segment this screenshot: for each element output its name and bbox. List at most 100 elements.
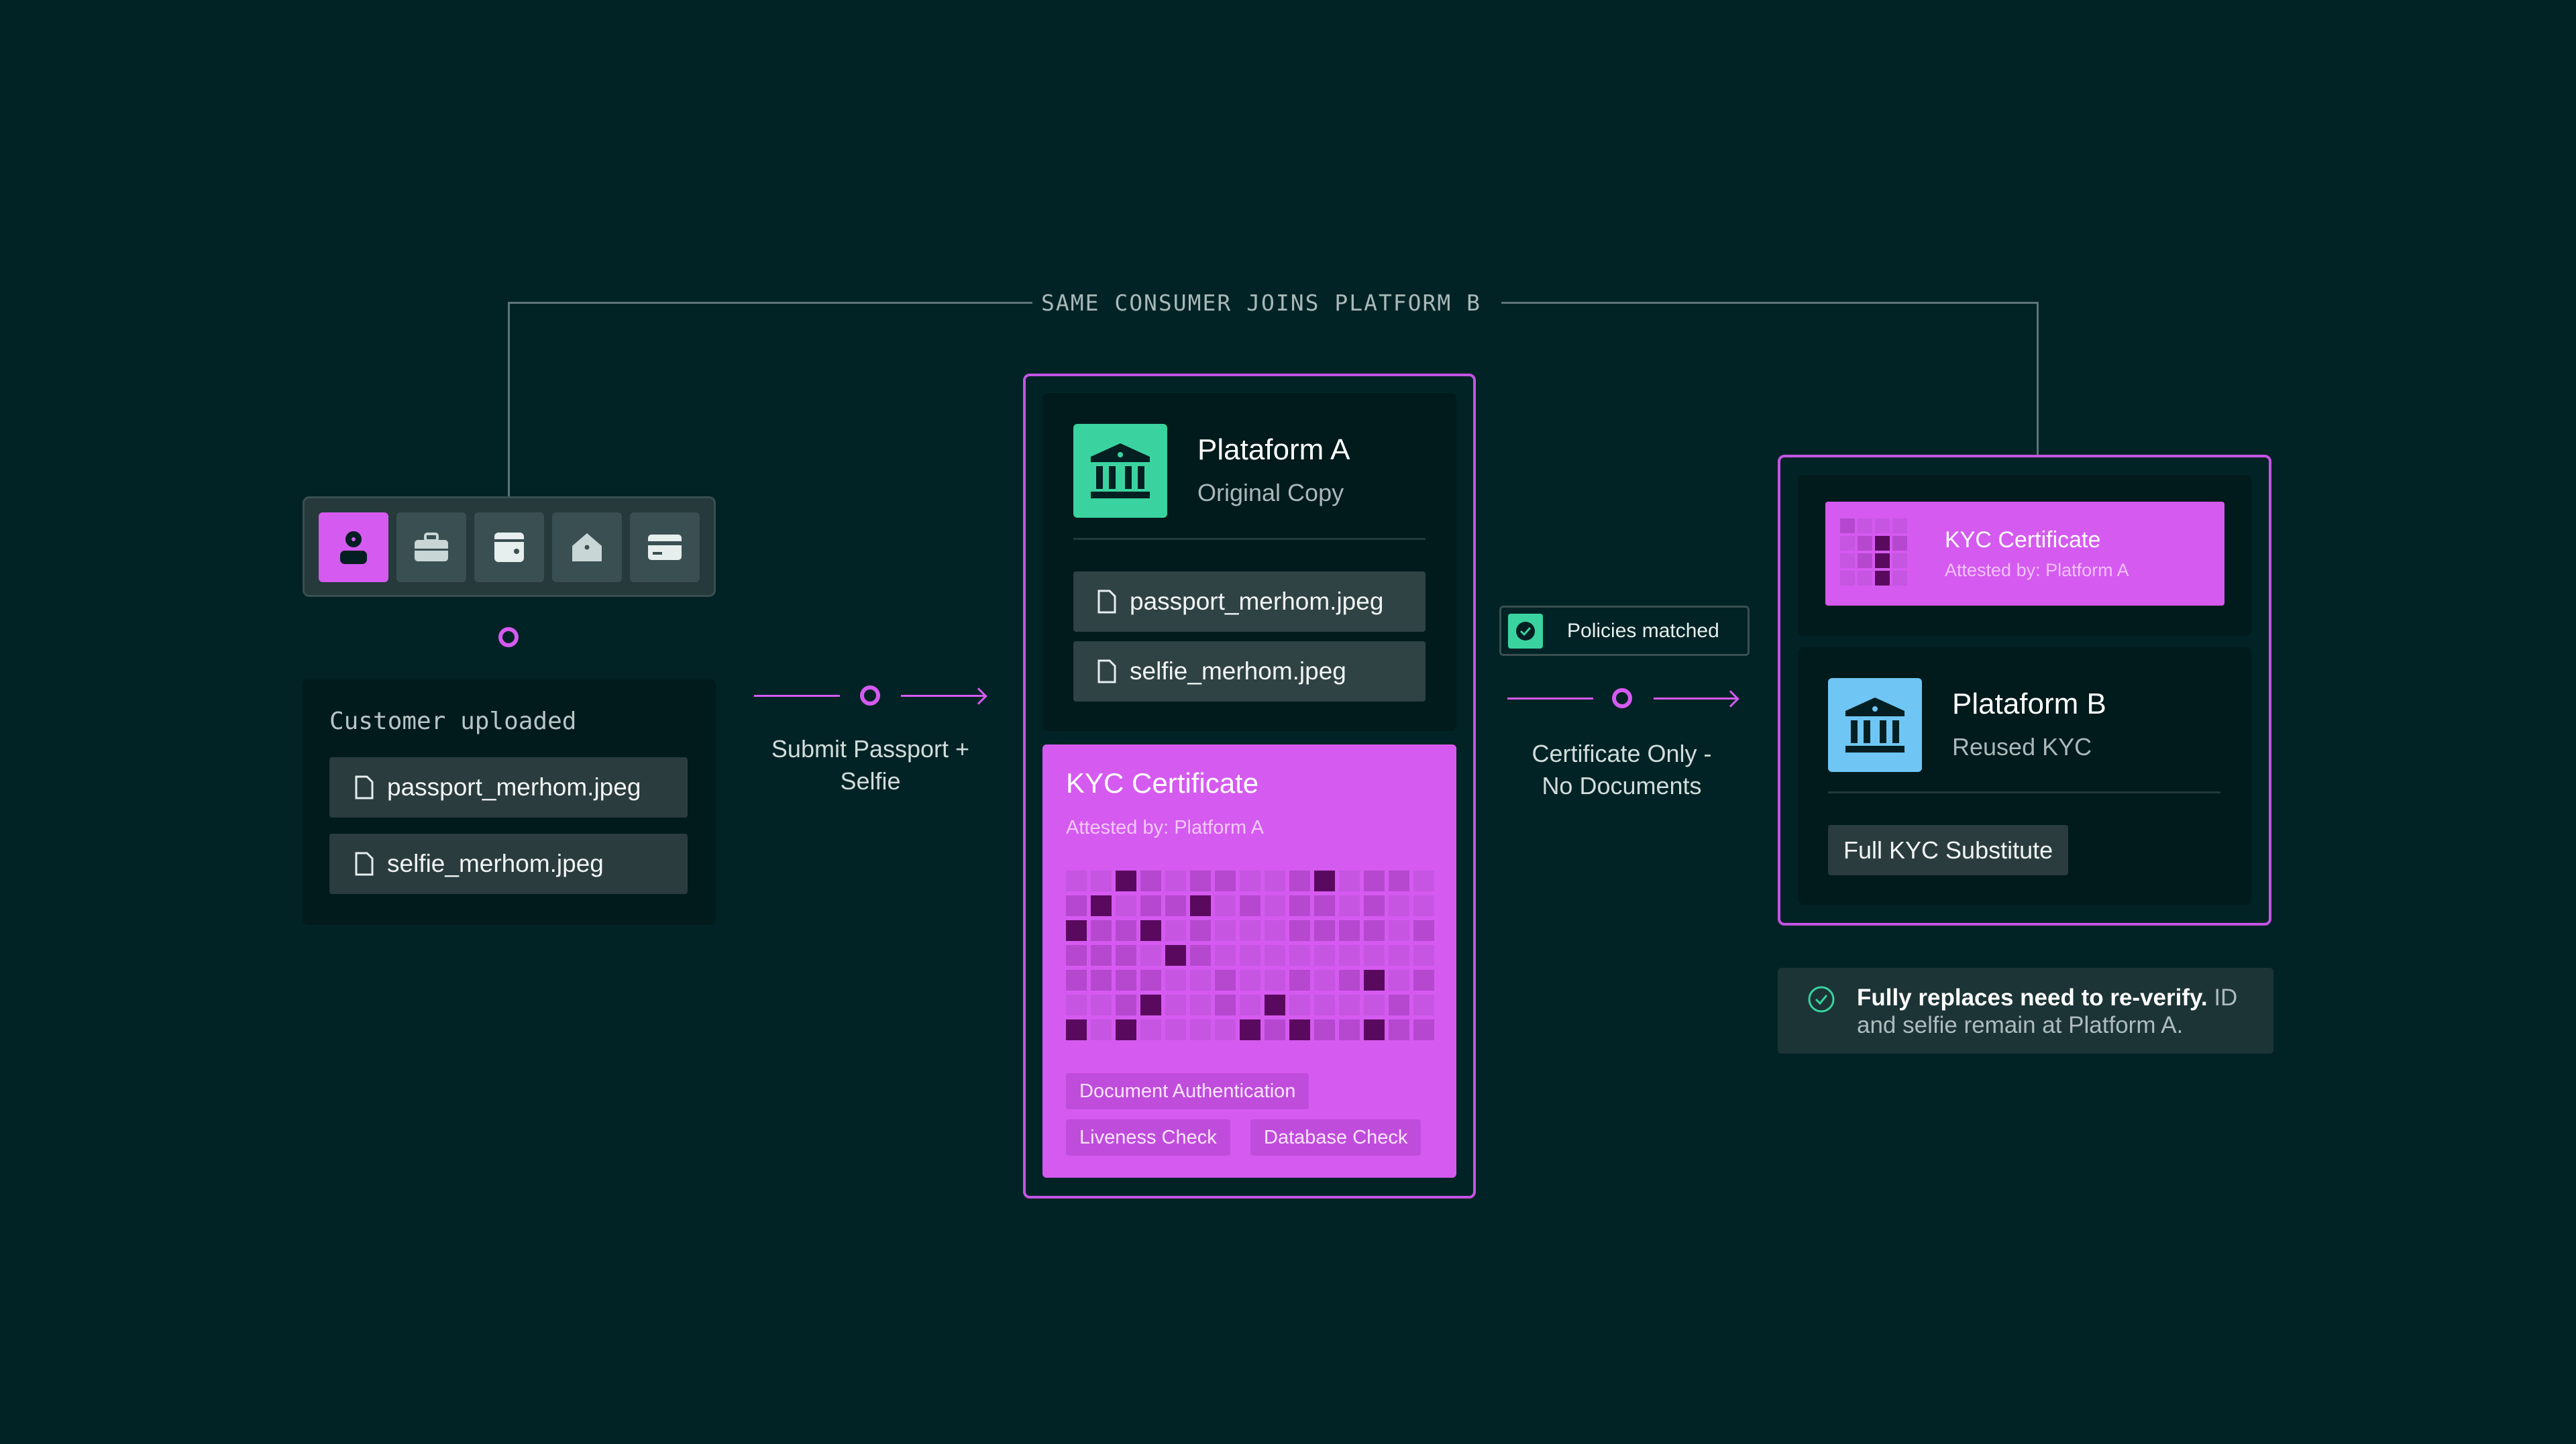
file-icon	[1097, 590, 1116, 614]
policies-matched-badge: Policies matched	[1499, 606, 1750, 656]
platform-b-logo	[1828, 678, 1922, 772]
pattern-cell	[1091, 995, 1112, 1015]
platform-a-title: Plataform A	[1197, 433, 1350, 466]
customer-uploaded-panel: Customer uploaded passport_merhom.jpeg s…	[303, 679, 716, 925]
file-icon	[355, 775, 374, 799]
pattern-cell	[1116, 920, 1136, 941]
platform-b-card: Plataform B Reused KYC Full KYC Substitu…	[1798, 647, 2251, 905]
pattern-cell	[1240, 895, 1260, 916]
kyc-certificate-attested: Attested by: Platform A	[1066, 817, 1264, 838]
pattern-cell	[1091, 945, 1112, 966]
connector-node	[1612, 688, 1632, 708]
pattern-cell	[1413, 895, 1434, 916]
pattern-cell	[1140, 945, 1161, 966]
pattern-cell	[1066, 871, 1087, 891]
pattern-cell	[1389, 920, 1409, 941]
step-submit-line2: Selfie	[840, 767, 901, 795]
pattern-cell	[1314, 895, 1335, 916]
customer-file-selfie[interactable]: selfie_merhom.jpeg	[329, 834, 688, 894]
pattern-cell	[1858, 536, 1872, 551]
pattern-cell	[1413, 920, 1434, 941]
pattern-cell	[1215, 995, 1236, 1015]
pattern-cell	[1389, 945, 1409, 966]
pattern-cell	[1364, 1019, 1385, 1040]
pattern-cell	[1389, 871, 1409, 891]
pattern-cell	[1892, 536, 1907, 551]
identity-tab-briefcase[interactable]	[396, 512, 466, 582]
full-kyc-substitute-badge: Full KYC Substitute	[1828, 825, 2069, 875]
pattern-cell	[1364, 895, 1385, 916]
reuse-note-text: Fully replaces need to re-verify. ID and…	[1857, 984, 2253, 1039]
platform-a-file-selfie[interactable]: selfie_merhom.jpeg	[1073, 641, 1426, 702]
pattern-cell	[1875, 553, 1890, 568]
connector-top-left	[508, 302, 1032, 304]
bank-icon	[1845, 698, 1904, 753]
pattern-cell	[1265, 871, 1285, 891]
connector-node	[860, 685, 880, 706]
pattern-cell	[1389, 995, 1409, 1015]
file-icon	[1097, 659, 1116, 683]
pattern-cell	[1289, 995, 1310, 1015]
pattern-cell	[1091, 970, 1112, 991]
connector-top-right	[1501, 302, 2039, 304]
pattern-cell	[1364, 920, 1385, 941]
file-name: selfie_merhom.jpeg	[1130, 657, 1346, 685]
kyc-mini-attested: Attested by: Platform A	[1945, 560, 2129, 580]
pattern-cell	[1840, 518, 1855, 533]
pattern-cell	[1091, 871, 1112, 891]
pattern-cell	[1840, 571, 1855, 586]
pattern-cell	[1240, 1019, 1260, 1040]
pattern-cell	[1091, 1019, 1112, 1040]
pattern-cell	[1066, 920, 1087, 941]
pattern-cell	[1215, 1019, 1236, 1040]
platform-b-subtitle: Reused KYC	[1952, 733, 2092, 761]
arrow-segment	[1507, 698, 1593, 700]
credit-card-icon	[648, 535, 682, 560]
pattern-cell	[1240, 995, 1260, 1015]
identity-tab-home[interactable]	[552, 512, 622, 582]
pattern-cell	[1265, 895, 1285, 916]
identity-tab-card[interactable]	[630, 512, 700, 582]
pattern-cell	[1858, 518, 1872, 533]
pattern-cell	[1116, 1019, 1136, 1040]
pattern-cell	[1140, 895, 1161, 916]
arrow-head	[1722, 690, 1739, 708]
platform-a-subtitle: Original Copy	[1197, 479, 1344, 506]
bank-icon	[1091, 443, 1150, 498]
pattern-cell	[1116, 895, 1136, 916]
pattern-cell	[1066, 995, 1087, 1015]
pattern-cell	[1165, 995, 1186, 1015]
pattern-cell	[1140, 970, 1161, 991]
pattern-cell	[1190, 995, 1211, 1015]
pattern-cell	[1116, 945, 1136, 966]
pattern-cell	[1091, 920, 1112, 941]
pattern-cell	[1091, 895, 1112, 916]
pattern-cell	[1413, 871, 1434, 891]
step-certificate-label: Certificate Only - No Documents	[1496, 738, 1748, 802]
platform-a-logo	[1073, 424, 1167, 518]
pattern-cell	[1289, 920, 1310, 941]
pattern-cell	[1240, 970, 1260, 991]
pattern-cell	[1289, 945, 1310, 966]
step-certificate-line1: Certificate Only -	[1532, 740, 1712, 767]
pattern-cell	[1140, 871, 1161, 891]
identity-tab-wallet[interactable]	[474, 512, 544, 582]
customer-file-passport[interactable]: passport_merhom.jpeg	[329, 757, 688, 818]
customer-uploaded-title: Customer uploaded	[329, 708, 577, 735]
pattern-cell	[1339, 920, 1360, 941]
pattern-cell	[1215, 945, 1236, 966]
pattern-cell	[1165, 871, 1186, 891]
policies-matched-label: Policies matched	[1567, 619, 1719, 642]
platform-a-file-passport[interactable]: passport_merhom.jpeg	[1073, 571, 1426, 632]
pattern-cell	[1875, 518, 1890, 533]
pattern-cell	[1165, 895, 1186, 916]
pattern-cell	[1116, 995, 1136, 1015]
platform-b-title: Plataform B	[1952, 687, 2106, 720]
pattern-cell	[1840, 553, 1855, 568]
identity-tab-person[interactable]	[319, 512, 388, 582]
tag-document-authentication: Document Authentication	[1066, 1073, 1309, 1109]
banner-label: SAME CONSUMER JOINS PLATFORM B	[1033, 288, 1489, 318]
connector-left-vertical	[508, 302, 510, 498]
pattern-cell	[1314, 920, 1335, 941]
reuse-note: Fully replaces need to re-verify. ID and…	[1778, 968, 2273, 1054]
